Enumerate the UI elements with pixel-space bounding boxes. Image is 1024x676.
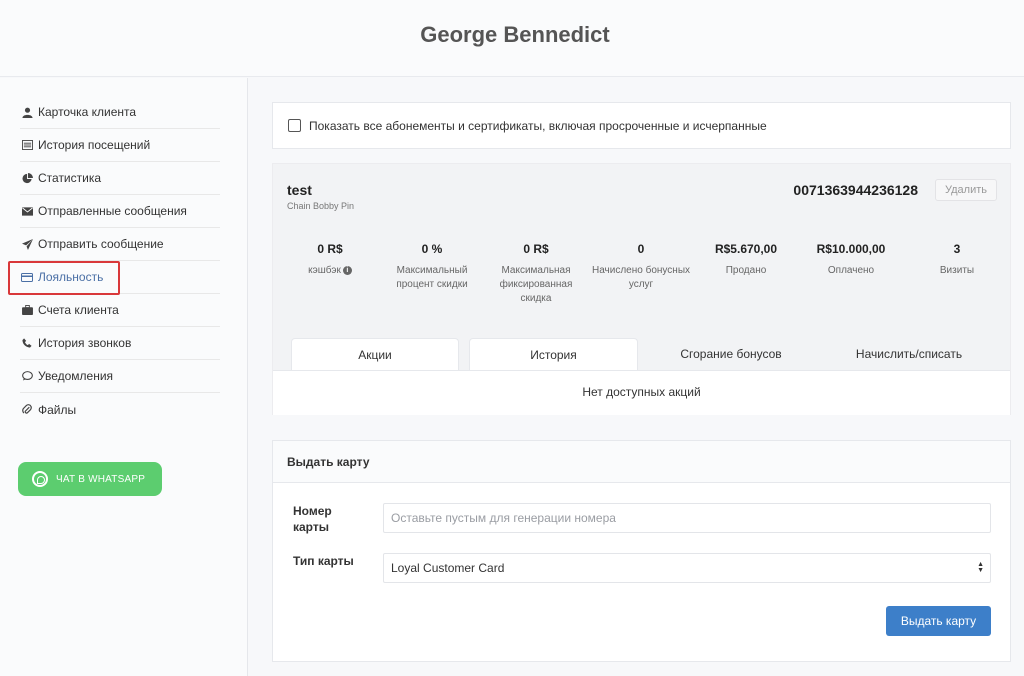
stat-paid: R$10.000,00 Оплачено [801,242,901,278]
paperclip-icon [20,403,34,417]
stat-sold: R$5.670,00 Продано [696,242,796,278]
card-type-label: Тип карты [293,554,354,568]
sidebar-item-label: Карточка клиента [38,105,137,119]
stat-value: R$10.000,00 [816,242,886,256]
tab-bonus-expiry[interactable]: Сгорание бонусов [647,338,815,370]
list-icon [20,138,34,152]
card-type-value: Loyal Customer Card [391,561,505,575]
sidebar-item-label: Уведомления [38,369,114,383]
phone-icon [20,336,34,350]
stat-label: Начислено бонусных услуг [591,265,691,290]
stat-value: 0 % [421,242,443,256]
sidebar-item-visit-history[interactable]: История посещений [20,129,220,162]
stat-visits: 3 Визиты [907,242,1007,278]
sidebar-item-call-history[interactable]: История звонков [20,327,220,360]
tab-content: Нет доступных акций [273,370,1010,415]
paper-plane-icon [20,237,34,251]
stat-label: Визиты [939,265,975,276]
select-arrows-icon: ▲ ▼ [977,561,984,574]
card-subtitle: Chain Bobby Pin [287,201,355,211]
pie-chart-icon [20,171,34,185]
stat-value: 0 R$ [317,242,343,256]
stat-max-discount-percent: 0 % Максимальный процент скидки [382,242,482,292]
speech-bubble-icon [20,369,34,383]
sidebar: Карточка клиента История посещений Стати… [0,78,248,676]
sidebar-item-client-card[interactable]: Карточка клиента [20,96,220,129]
card-number-label: Номер карты [293,504,332,534]
delete-button[interactable]: Удалить [935,179,997,201]
sidebar-item-label: История звонков [38,336,132,350]
stat-value: 0 [637,242,645,256]
issue-card-panel: Выдать карту Номер карты Тип карты Loyal… [272,440,1011,662]
whatsapp-chat-label: ЧАТ В WHATSAPP [56,473,146,485]
sidebar-item-label: Отправленные сообщения [38,204,187,218]
stat-label: Максимальная фиксированная скидка [499,265,573,304]
issue-card-header: Выдать карту [273,441,1010,483]
stat-value: 3 [953,242,961,256]
sidebar-item-label: История посещений [38,138,151,152]
sidebar-item-send-message[interactable]: Отправить сообщение [20,228,220,261]
stat-label: Оплачено [827,265,875,276]
briefcase-icon [20,303,34,317]
sidebar-item-label: Статистика [38,171,102,185]
sidebar-item-notifications[interactable]: Уведомления [20,360,220,393]
sidebar-item-client-accounts[interactable]: Счета клиента [20,294,220,327]
stat-value: R$5.670,00 [714,242,778,256]
issue-card-button[interactable]: Выдать карту [886,606,991,636]
stat-label: Продано [725,265,767,276]
sidebar-item-statistics[interactable]: Статистика [20,162,220,195]
info-icon[interactable]: i [342,265,352,275]
sidebar-item-label: Отправить сообщение [38,237,164,251]
envelope-icon [20,204,34,218]
stat-label: Максимальный процент скидки [396,265,468,290]
tab-promotions[interactable]: Акции [291,338,459,370]
stat-label: кэшбэк i [280,264,380,278]
empty-state-text: Нет доступных акций [582,385,701,399]
loyalty-highlight-box [8,261,120,295]
stat-cashback: 0 R$ кэшбэк i [280,242,380,278]
filter-panel: Показать все абонементы и сертификаты, в… [272,102,1011,149]
card-number: 0071363944236128 [793,182,918,198]
show-all-checkbox[interactable] [288,119,301,132]
card-name: test [287,182,312,198]
sidebar-item-sent-messages[interactable]: Отправленные сообщения [20,195,220,228]
whatsapp-chat-button[interactable]: ЧАТ В WHATSAPP [18,462,162,496]
loyalty-card-panel: test Chain Bobby Pin 0071363944236128 Уд… [272,163,1011,415]
card-type-select[interactable]: Loyal Customer Card ▲ ▼ [383,553,991,583]
sidebar-item-label: Файлы [38,402,77,417]
stat-value: 0 R$ [523,242,549,256]
client-name-title: George Bennedict [420,22,610,47]
stat-bonus-services: 0 Начислено бонусных услуг [591,242,691,292]
sidebar-item-label: Счета клиента [38,303,119,317]
show-all-label[interactable]: Показать все абонементы и сертификаты, в… [309,119,767,133]
tab-history[interactable]: История [469,338,638,370]
whatsapp-icon [32,471,48,487]
tab-accrue-deduct[interactable]: Начислить/списать [825,338,993,370]
sidebar-item-files[interactable]: Файлы [20,393,220,426]
page-header: George Bennedict [0,0,1024,77]
stat-max-fixed-discount: 0 R$ Максимальная фиксированная скидка [486,242,586,306]
user-icon [20,105,34,119]
card-number-input[interactable] [383,503,991,533]
issue-card-title: Выдать карту [287,455,370,469]
